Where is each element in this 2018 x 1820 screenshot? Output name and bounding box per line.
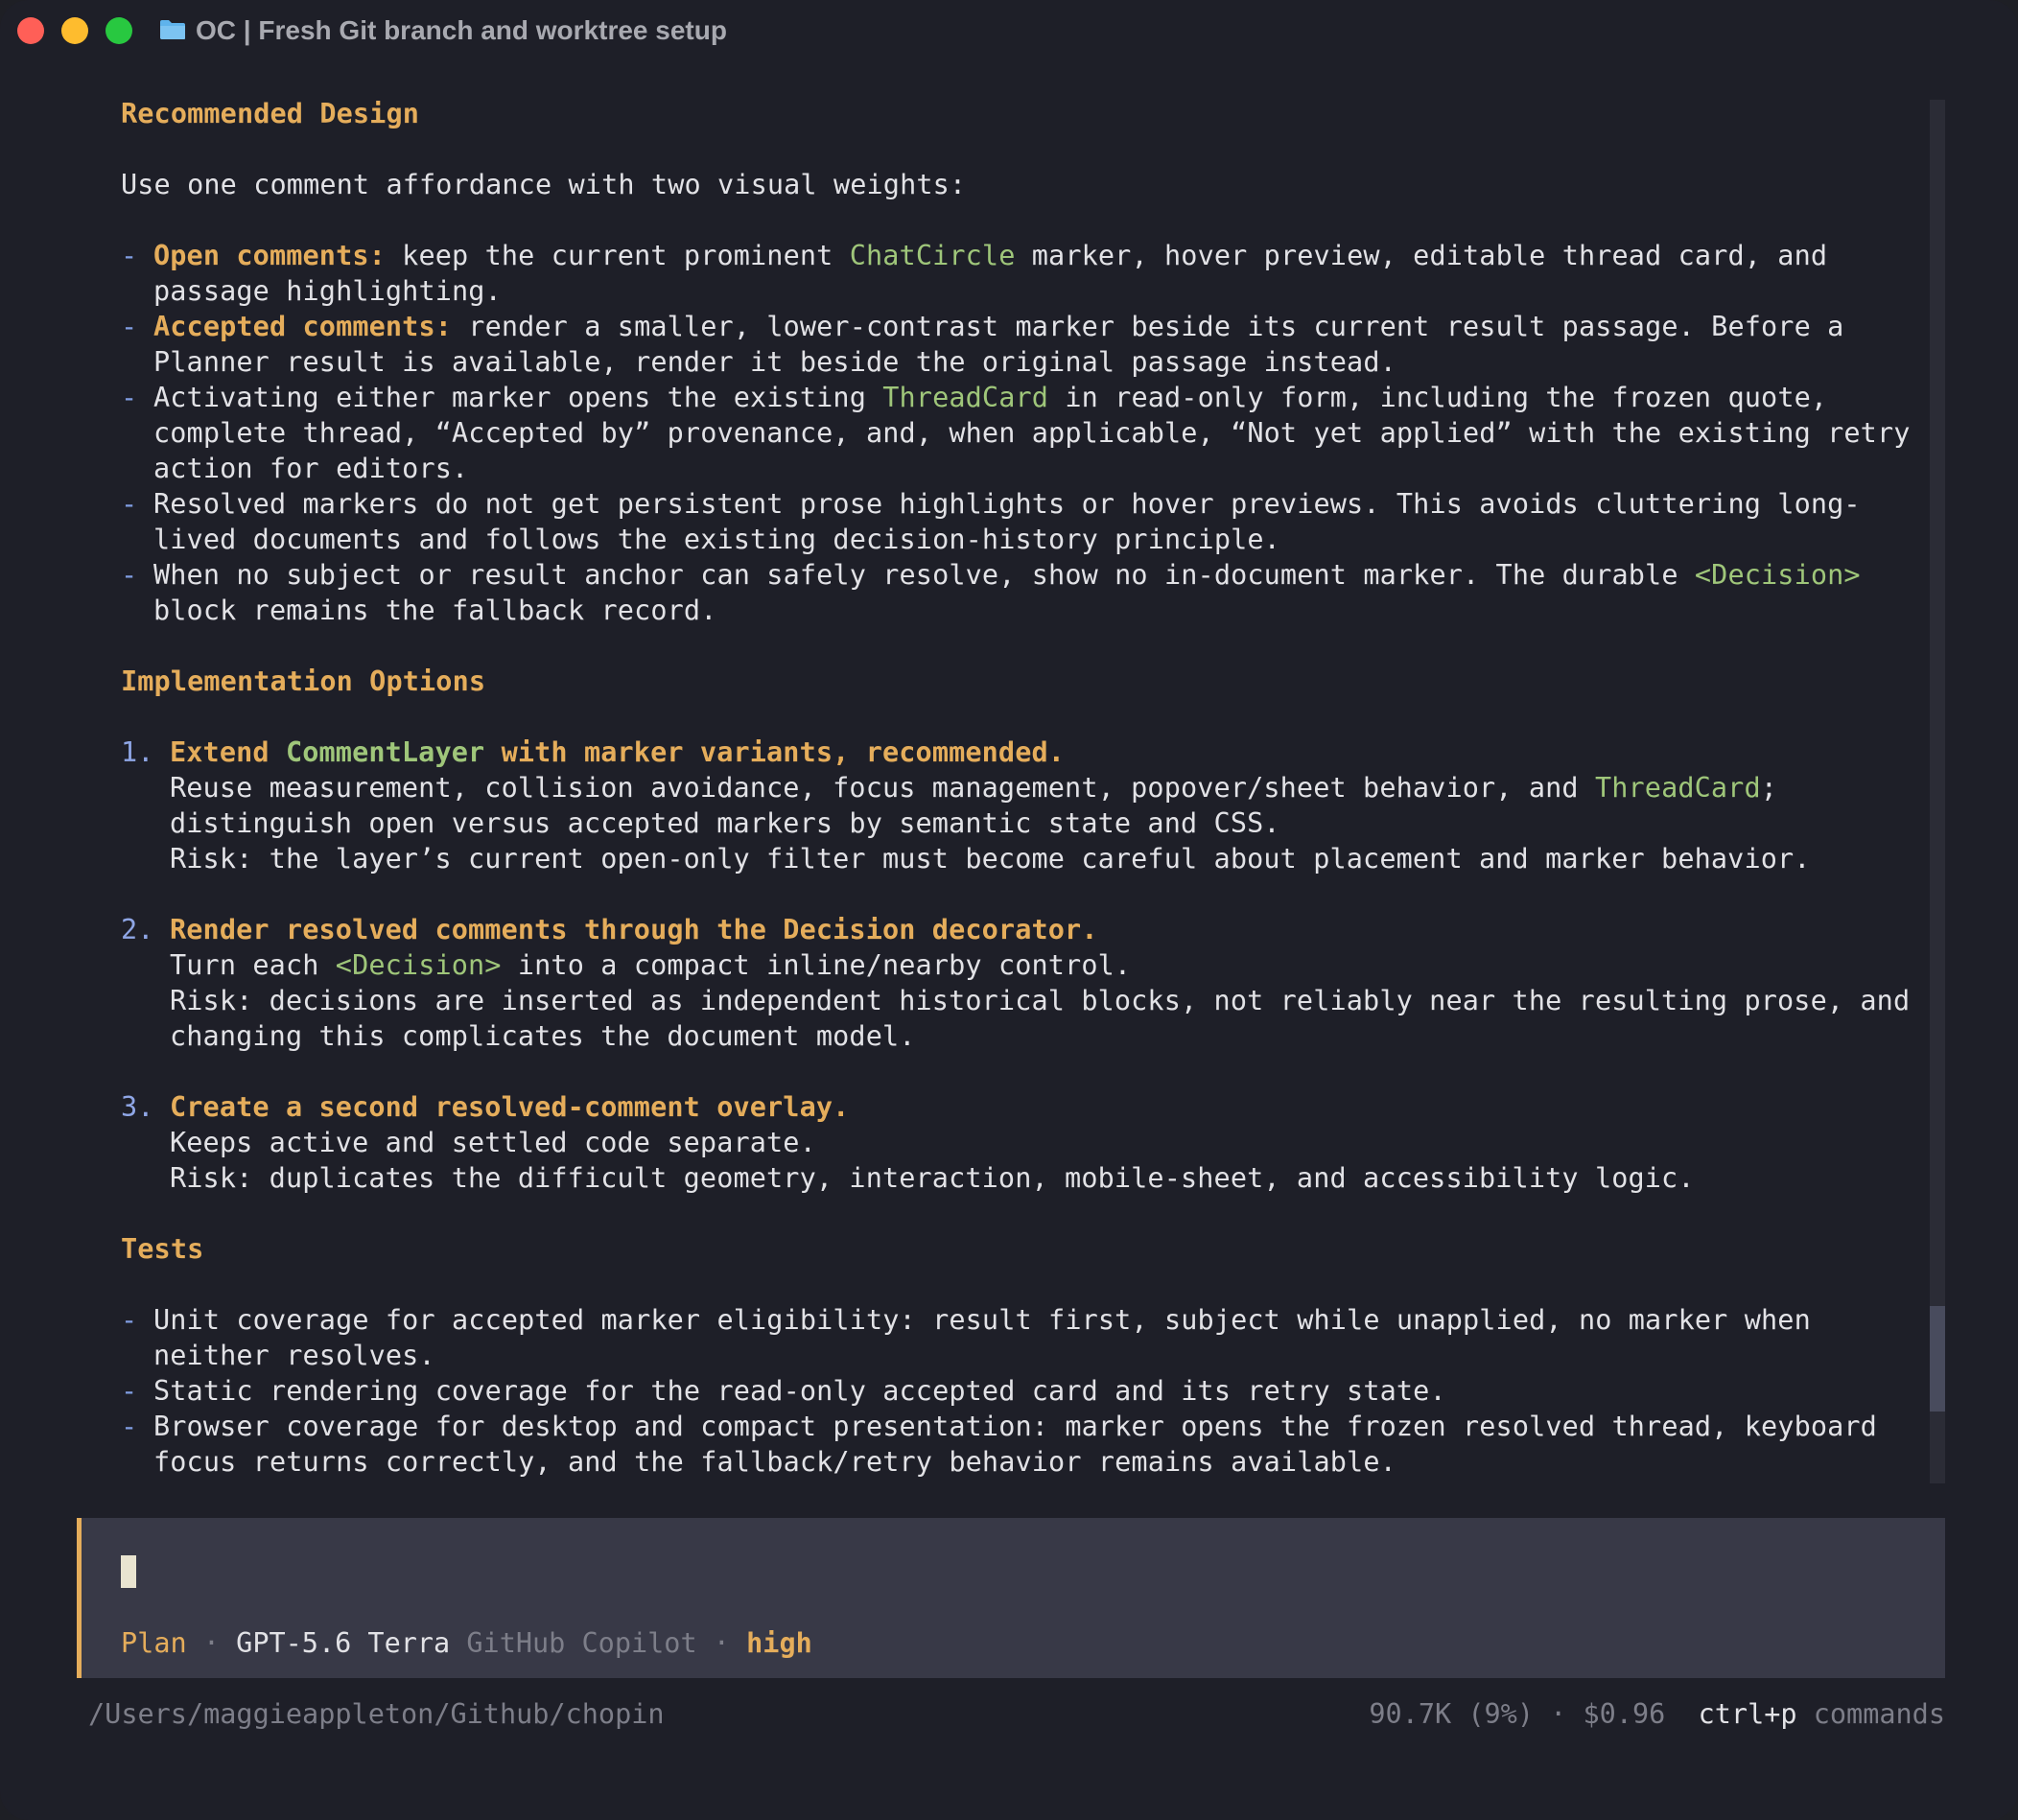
assistant-message: Recommended Design Use one comment affor… <box>121 96 1943 1480</box>
provider-name: GitHub Copilot <box>466 1627 697 1659</box>
list-item: - Unit coverage for accepted marker eligi… <box>121 1304 1811 1336</box>
working-directory: /Users/maggieappleton/Github/chopin <box>88 1698 665 1730</box>
list-item: - Accepted comments: render a smaller, lo… <box>121 311 1844 342</box>
list-item: - Open comments: keep the current promine… <box>121 240 1828 271</box>
intro-text: Use one comment affordance with two visu… <box>121 169 967 200</box>
code-threadcard: ThreadCard <box>882 382 1049 413</box>
footer-stats: 90.7K (9%) · $0.96 ctrl+p commands <box>1369 1698 1945 1730</box>
list-item: - Resolved markers do not get persistent … <box>121 488 1861 520</box>
section-heading-design: Recommended Design <box>121 98 420 129</box>
title-bar: OC | Fresh Git branch and worktree setup <box>0 0 2018 61</box>
close-window-icon[interactable] <box>17 17 44 44</box>
agent-status-line: Plan · GPT-5.6 Terra GitHub Copilot · hi… <box>121 1627 812 1659</box>
commands-label[interactable]: commands <box>1814 1698 1945 1730</box>
section-heading-tests: Tests <box>121 1233 204 1265</box>
list-item: - Browser coverage for desktop and compac… <box>121 1411 1877 1442</box>
list-item: - When no subject or result anchor can sa… <box>121 559 1861 591</box>
zoom-window-icon[interactable] <box>106 17 132 44</box>
minimize-window-icon[interactable] <box>61 17 88 44</box>
code-commentlayer: CommentLayer <box>285 736 485 768</box>
window-title: OC | Fresh Git branch and worktree setup <box>196 15 727 45</box>
option-item: 2. Render resolved comments through the D… <box>121 914 1098 945</box>
prompt-accent-bar <box>77 1518 82 1678</box>
token-usage: 90.7K (9%) <box>1369 1698 1534 1730</box>
terminal-window: OC | Fresh Git branch and worktree setup… <box>0 0 2018 1820</box>
model-name[interactable]: GPT-5.6 Terra <box>236 1627 450 1659</box>
list-item: - Static rendering coverage for the read-… <box>121 1375 1446 1407</box>
effort-level[interactable]: high <box>746 1627 812 1659</box>
shortcut-key: ctrl+p <box>1698 1698 1797 1730</box>
cost: $0.96 <box>1583 1698 1666 1730</box>
folder-icon <box>160 20 185 39</box>
code-decision: <Decision> <box>1694 559 1861 591</box>
code-chatcircle: ChatCircle <box>849 240 1016 271</box>
option-item: 3. Create a second resolved-comment overl… <box>121 1091 850 1123</box>
scrollbar-thumb[interactable] <box>1930 1306 1945 1412</box>
list-item: - Activating either marker opens the exis… <box>121 382 1828 413</box>
mode-label[interactable]: Plan <box>121 1627 187 1659</box>
option-item: 1. Extend CommentLayer with marker varian… <box>121 736 1066 768</box>
text-cursor[interactable] <box>121 1555 136 1588</box>
section-heading-implementation: Implementation Options <box>121 665 486 697</box>
scrollbar-track[interactable] <box>1930 100 1945 1483</box>
